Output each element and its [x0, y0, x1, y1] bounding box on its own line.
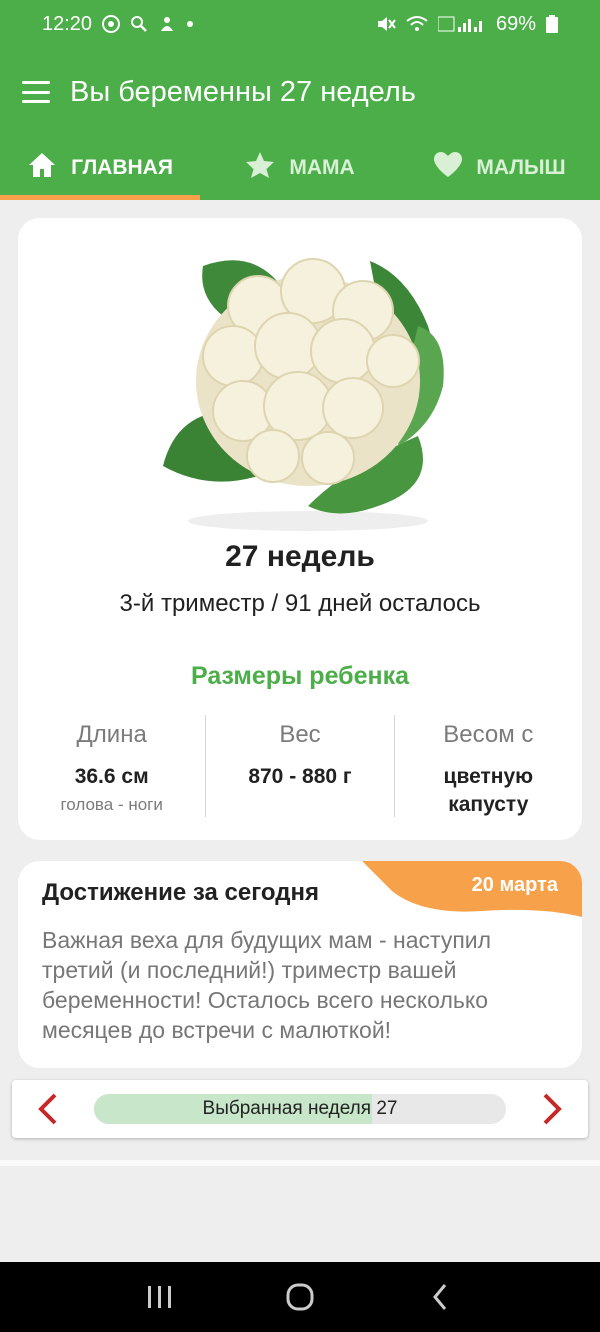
metric-label: Длина — [76, 721, 147, 748]
content-bottom-divider — [0, 1160, 600, 1166]
app-bar: Вы беременны 27 недель — [0, 48, 600, 136]
tab-home-label: ГЛАВНАЯ — [71, 156, 173, 179]
metric-value: цветную капусту — [443, 765, 534, 816]
metric-sub: голова - ноги — [60, 795, 163, 814]
selected-week-label: Выбранная неделя 27 — [202, 1098, 398, 1119]
metric-weight: Вес 870 - 880 г — [205, 715, 393, 817]
star-icon — [245, 151, 275, 185]
week-selector: Выбранная неделя 27 — [12, 1080, 588, 1138]
notification-app-icon — [158, 15, 176, 33]
next-week-button[interactable] — [532, 1089, 572, 1129]
tab-bar: ГЛАВНАЯ МАМА МАЛЫШ — [0, 136, 600, 200]
chrome-icon — [102, 15, 121, 33]
tab-mama-label: МАМА — [289, 156, 355, 179]
tab-baby-label: МАЛЫШ — [476, 156, 566, 179]
battery-percent: 69% — [495, 12, 536, 35]
week-info-card: 27 недель 3-й триместр / 91 дней осталос… — [18, 218, 582, 840]
lte-signal-icon — [437, 15, 486, 33]
chevron-left-icon — [38, 1093, 57, 1125]
home-icon — [27, 151, 57, 185]
metric-value: 870 - 880 г — [248, 765, 352, 788]
status-bar: 12:20 69% — [0, 0, 600, 48]
tab-baby[interactable]: МАЛЫШ — [400, 136, 600, 200]
wifi-icon — [406, 15, 428, 33]
recent-apps-button[interactable] — [130, 1267, 190, 1327]
heart-icon — [434, 152, 463, 184]
recent-apps-icon — [148, 1286, 171, 1308]
week-title: 27 недель — [225, 540, 375, 573]
tab-home[interactable]: ГЛАВНАЯ — [0, 136, 200, 200]
achievement-date: 20 марта — [471, 874, 558, 896]
system-nav-bar — [0, 1262, 600, 1332]
battery-icon — [546, 15, 558, 33]
previous-week-button[interactable] — [28, 1089, 68, 1129]
baby-metrics: Длина 36.6 см голова - ноги Вес 870 - 88… — [18, 715, 582, 817]
achievement-text: Важная веха для будущих мам - наступил т… — [42, 927, 492, 1043]
tab-mama[interactable]: МАМА — [200, 136, 400, 200]
baby-sizes-title: Размеры ребенка — [190, 662, 410, 690]
home-circle-icon — [286, 1283, 314, 1311]
metric-value: 36.6 см — [74, 765, 149, 788]
week-progress-bar[interactable]: Выбранная неделя 27 — [94, 1094, 506, 1124]
cauliflower-image — [148, 236, 458, 536]
chevron-right-icon — [543, 1093, 562, 1125]
mute-icon — [376, 15, 396, 33]
metric-length: Длина 36.6 см голова - ноги — [18, 715, 205, 817]
dot-icon — [186, 20, 194, 28]
metric-label: Весом с — [443, 721, 534, 748]
back-button[interactable] — [410, 1267, 470, 1327]
menu-icon[interactable] — [22, 81, 50, 103]
metric-label: Вес — [279, 721, 321, 748]
achievement-title: Достижение за сегодня — [42, 879, 319, 906]
metric-comparison: Весом с цветную капусту — [393, 715, 582, 817]
home-button[interactable] — [270, 1267, 330, 1327]
search-icon — [130, 15, 148, 33]
status-time: 12:20 — [42, 12, 93, 35]
achievement-card: 20 марта Достижение за сегодня Важная ве… — [18, 861, 582, 1068]
back-icon — [433, 1284, 447, 1310]
trimester-info: 3-й триместр / 91 дней осталось — [119, 590, 481, 617]
page-title: Вы беременны 27 недель — [70, 75, 416, 108]
